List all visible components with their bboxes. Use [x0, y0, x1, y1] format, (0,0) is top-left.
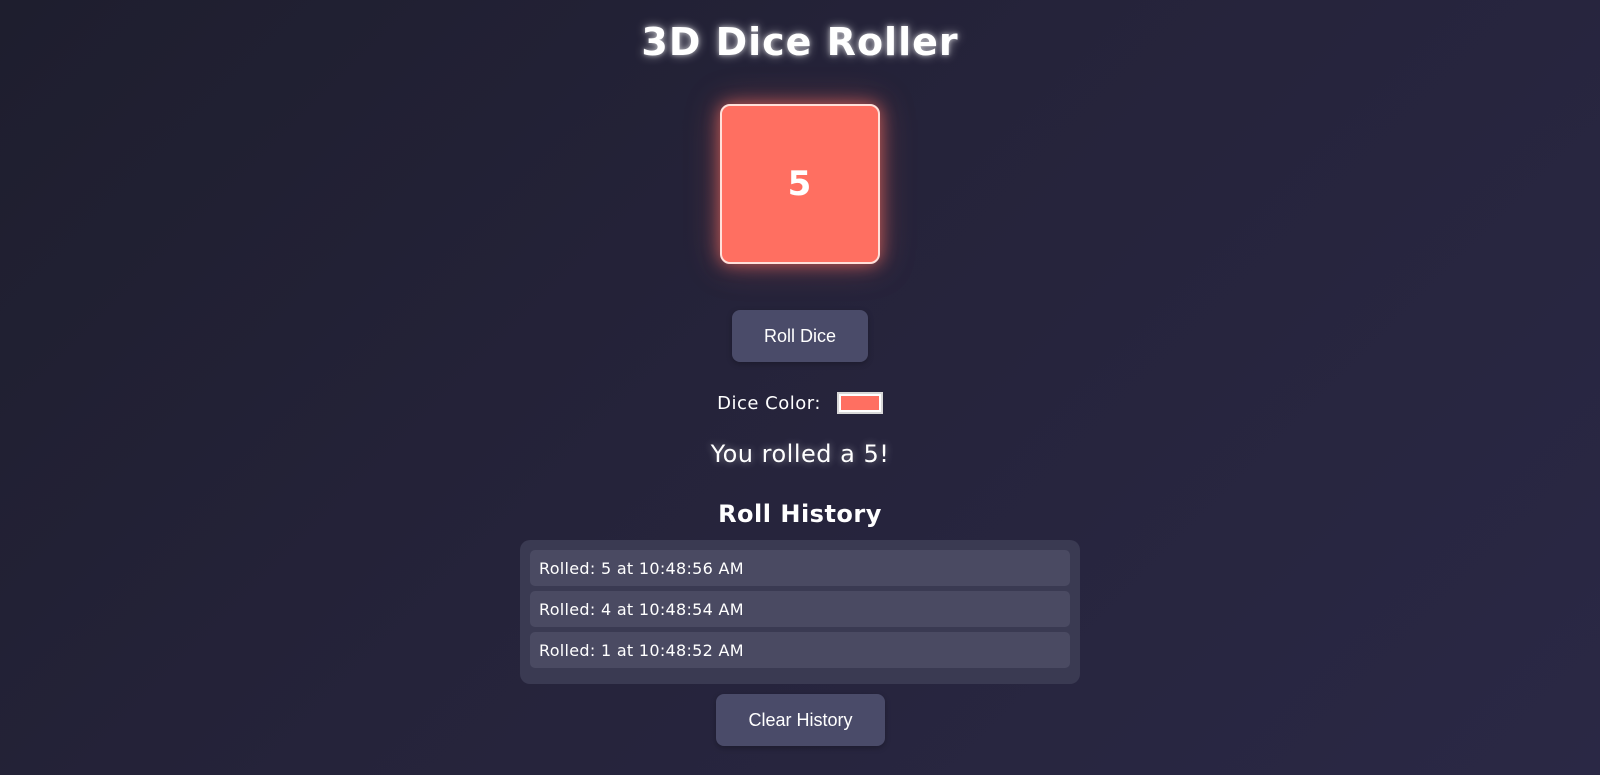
history-item: Rolled: 4 at 10:48:54 AM — [530, 591, 1070, 627]
roll-dice-button[interactable]: Roll Dice — [732, 310, 868, 362]
dice-color-label: Dice Color: — [717, 392, 821, 414]
page-title: 3D Dice Roller — [641, 20, 959, 64]
dice-color-control: Dice Color: — [0, 392, 1600, 414]
roll-history-list: Rolled: 5 at 10:48:56 AM Rolled: 4 at 10… — [520, 540, 1080, 684]
dice-roller-app: 3D Dice Roller 5 Roll Dice Dice Color: Y… — [0, 0, 1600, 775]
clear-history-button[interactable]: Clear History — [716, 694, 885, 746]
dice-container: 5 — [720, 104, 880, 264]
history-item: Rolled: 1 at 10:48:52 AM — [530, 632, 1070, 668]
roll-result-text: You rolled a 5! — [710, 440, 890, 468]
dice[interactable]: 5 — [720, 104, 880, 264]
color-swatch-fill — [840, 396, 879, 410]
dice-color-picker[interactable] — [836, 392, 883, 414]
history-item: Rolled: 5 at 10:48:56 AM — [530, 550, 1070, 586]
roll-history-title: Roll History — [718, 500, 882, 528]
dice-value: 5 — [787, 164, 813, 204]
